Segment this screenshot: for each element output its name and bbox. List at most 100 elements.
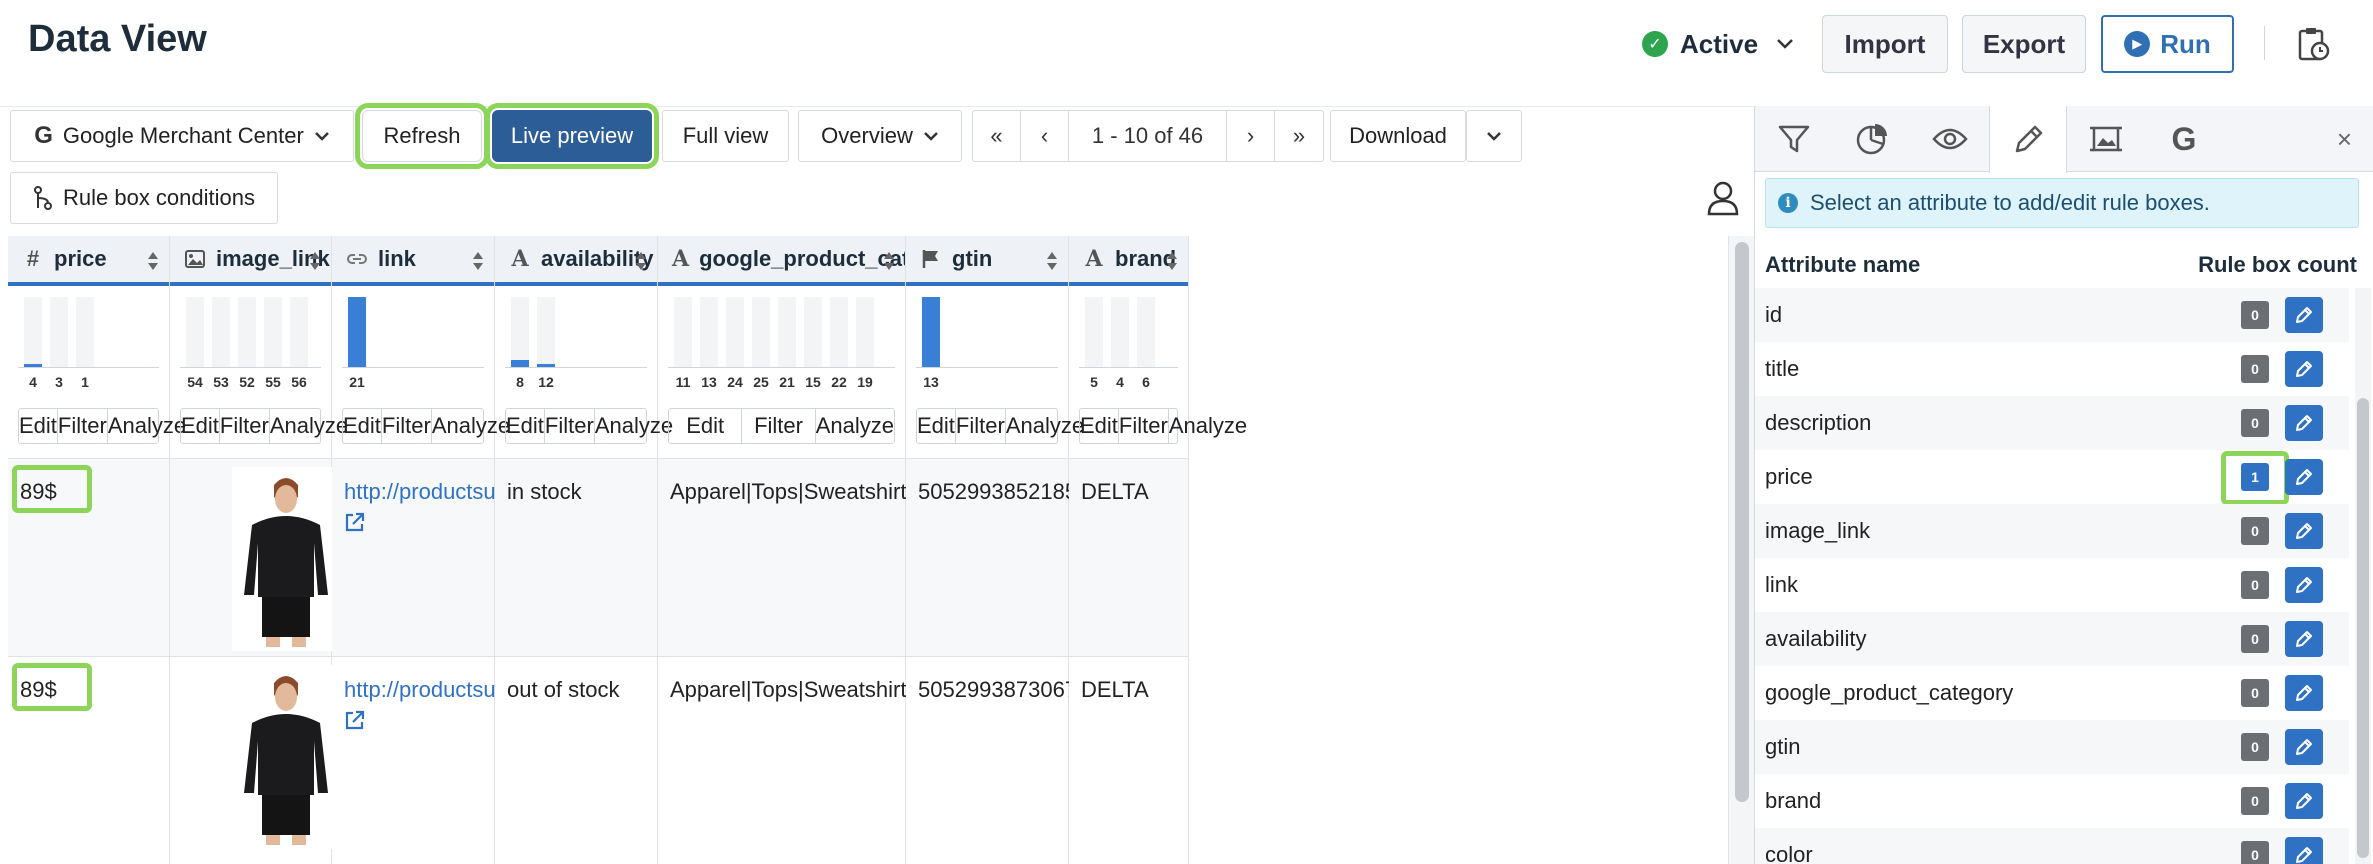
column-header[interactable]: Aavailability — [495, 236, 657, 286]
table-row-cell[interactable]: Apparel|Tops|Sweatshirts — [658, 656, 917, 854]
edit-rule-box-button[interactable] — [2285, 351, 2323, 387]
attribute-row-gtin[interactable]: gtin 0 — [1755, 720, 2349, 774]
sort-icon[interactable] — [635, 251, 647, 271]
tab-rule-boxes[interactable] — [1989, 106, 2067, 173]
edit-column-button[interactable]: Edit — [506, 409, 545, 443]
analyze-column-button[interactable]: Analyze — [1169, 409, 1247, 443]
filter-column-button[interactable]: Filter — [382, 409, 432, 443]
distribution-bar[interactable] — [922, 297, 940, 367]
live-preview-button[interactable]: Live preview — [485, 103, 659, 169]
distribution-bar-track[interactable] — [511, 297, 529, 367]
edit-rule-box-button[interactable] — [2285, 459, 2323, 495]
edit-rule-box-button[interactable] — [2285, 297, 2323, 333]
edit-rule-box-button[interactable] — [2285, 675, 2323, 711]
run-button[interactable]: ▶ Run — [2101, 15, 2234, 73]
distribution-bar-track[interactable] — [50, 297, 68, 367]
filter-column-button[interactable]: Filter — [1119, 409, 1169, 443]
rule-box-conditions-button[interactable]: Rule box conditions — [10, 172, 278, 224]
edit-column-button[interactable]: Edit — [669, 409, 743, 443]
table-row-cell[interactable]: 89$ — [8, 656, 169, 854]
sort-icon[interactable] — [147, 251, 159, 271]
sort-icon[interactable] — [309, 251, 321, 271]
table-scrollbar-thumb[interactable] — [1735, 242, 1749, 802]
table-row-cell[interactable]: 5052993852185 — [906, 458, 1077, 656]
tab-google[interactable]: G — [2145, 106, 2223, 172]
edit-column-button[interactable]: Edit — [343, 409, 382, 443]
attribute-row-link[interactable]: link 0 — [1755, 558, 2349, 612]
status-dropdown[interactable]: ✓ Active — [1642, 24, 1794, 64]
distribution-bar-track[interactable] — [804, 297, 822, 367]
attribute-row-availability[interactable]: availability 0 — [1755, 612, 2349, 666]
attribute-row-price[interactable]: price 1 — [1755, 450, 2349, 505]
column-header[interactable]: Abrand — [1069, 236, 1188, 286]
table-scrollbar[interactable] — [1728, 236, 1754, 864]
table-row-cell[interactable]: Apparel|Tops|Sweatshirts — [658, 458, 917, 656]
edit-column-button[interactable]: Edit — [19, 409, 58, 443]
edit-rule-box-button[interactable] — [2285, 729, 2323, 765]
user-icon[interactable] — [1706, 180, 1740, 216]
table-row-cell[interactable]: DELTA — [1069, 458, 1188, 656]
distribution-bar-track[interactable] — [700, 297, 718, 367]
tab-analytics[interactable] — [1833, 106, 1911, 172]
filter-column-button[interactable]: Filter — [956, 409, 1006, 443]
distribution-bar-track[interactable] — [674, 297, 692, 367]
column-header[interactable]: gtin — [906, 236, 1068, 286]
table-row-cell[interactable]: 89$ — [8, 458, 169, 656]
sort-icon[interactable] — [1166, 251, 1178, 271]
edit-rule-box-button[interactable] — [2285, 783, 2323, 819]
attribute-row-color[interactable]: color 0 — [1755, 828, 2349, 864]
sort-icon[interactable] — [1046, 251, 1058, 271]
column-header[interactable]: # price — [8, 236, 169, 286]
download-button[interactable]: Download — [1330, 110, 1466, 162]
external-link-icon[interactable] — [344, 709, 366, 731]
table-row-cell[interactable]: out of stock — [495, 656, 657, 854]
attribute-row-id[interactable]: id 0 — [1755, 288, 2349, 342]
import-button[interactable]: Import — [1822, 15, 1948, 73]
column-header[interactable]: link — [332, 236, 494, 286]
distribution-bar-track[interactable] — [238, 297, 256, 367]
download-options-button[interactable] — [1466, 110, 1522, 162]
close-icon[interactable]: × — [2337, 124, 2352, 155]
analyze-column-button[interactable]: Analyze — [816, 409, 894, 443]
distribution-bar-track[interactable] — [264, 297, 282, 367]
attribute-row-title[interactable]: title 0 — [1755, 342, 2349, 396]
table-row-cell[interactable]: in stock — [495, 458, 657, 656]
tab-preview[interactable] — [1911, 106, 1989, 172]
tab-filter[interactable] — [1755, 106, 1833, 172]
sort-icon[interactable] — [472, 251, 484, 271]
sort-icon[interactable] — [883, 251, 895, 271]
distribution-bar-track[interactable] — [830, 297, 848, 367]
panel-scrollbar[interactable] — [2355, 288, 2371, 864]
tab-image-designer[interactable] — [2067, 106, 2145, 172]
edit-rule-box-button[interactable] — [2285, 405, 2323, 441]
column-header[interactable]: image_link — [170, 236, 331, 286]
export-button[interactable]: Export — [1962, 15, 2086, 73]
filter-column-button[interactable]: Filter — [742, 409, 816, 443]
distribution-bar[interactable] — [24, 364, 42, 367]
distribution-bar-track[interactable] — [752, 297, 770, 367]
distribution-bar-track[interactable] — [856, 297, 874, 367]
distribution-bar-track[interactable] — [726, 297, 744, 367]
edit-column-button[interactable]: Edit — [917, 409, 956, 443]
table-row-cell[interactable] — [170, 656, 340, 854]
next-page-button[interactable]: › — [1227, 111, 1275, 161]
clipboard-clock-icon[interactable] — [2296, 26, 2330, 62]
panel-scrollbar-thumb[interactable] — [2357, 398, 2369, 858]
full-view-button[interactable]: Full view — [662, 110, 789, 162]
distribution-bar-track[interactable] — [24, 297, 42, 367]
refresh-button[interactable]: Refresh — [355, 103, 489, 169]
filter-column-button[interactable]: Filter — [545, 409, 595, 443]
edit-rule-box-button[interactable] — [2285, 837, 2323, 864]
table-row-cell[interactable]: 5052993873067 — [906, 656, 1077, 854]
table-row-cell[interactable] — [170, 458, 340, 656]
filter-column-button[interactable]: Filter — [58, 409, 108, 443]
distribution-bar[interactable] — [511, 360, 529, 367]
distribution-bar[interactable] — [348, 297, 366, 367]
distribution-bar[interactable] — [537, 364, 555, 367]
distribution-bar-track[interactable] — [778, 297, 796, 367]
filter-column-button[interactable]: Filter — [220, 409, 270, 443]
edit-column-button[interactable]: Edit — [181, 409, 220, 443]
first-page-button[interactable]: « — [973, 111, 1021, 161]
attribute-row-description[interactable]: description 0 — [1755, 396, 2349, 450]
edit-rule-box-button[interactable] — [2285, 567, 2323, 603]
